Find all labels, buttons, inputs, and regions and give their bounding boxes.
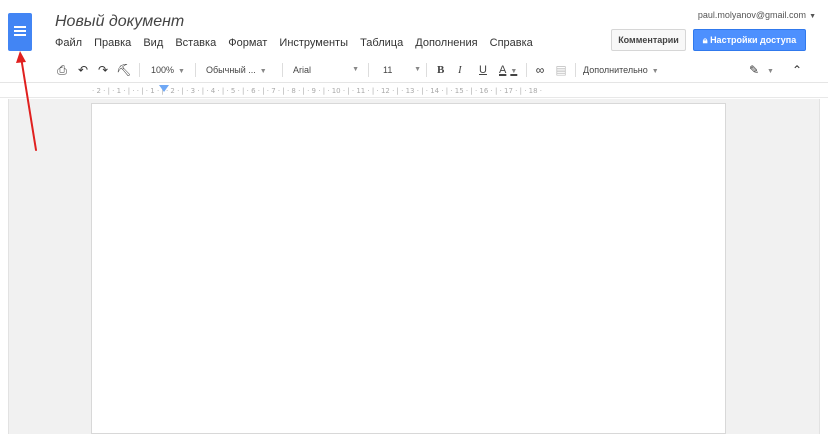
dropdown-caret-icon: ▼ bbox=[352, 66, 359, 73]
link-icon[interactable]: ∞ bbox=[532, 57, 548, 83]
account-menu[interactable]: paul.molyanov@gmail.com ▼ bbox=[698, 10, 816, 20]
dropdown-caret-icon: ▼ bbox=[414, 66, 421, 73]
underline-button[interactable]: U bbox=[479, 57, 487, 83]
menu-format[interactable]: Формат bbox=[228, 37, 267, 49]
undo-icon[interactable]: ↶ bbox=[75, 57, 91, 83]
italic-button[interactable]: I bbox=[458, 57, 462, 83]
lock-icon: 🔒︎ bbox=[702, 35, 708, 45]
dropdown-caret-icon: ▼ bbox=[178, 68, 185, 75]
docs-logo-icon[interactable] bbox=[8, 13, 32, 51]
dropdown-caret-icon: ▼ bbox=[510, 68, 518, 75]
dropdown-caret-icon: ▼ bbox=[651, 68, 659, 75]
paint-format-icon[interactable]: ⛏ bbox=[116, 57, 132, 83]
text-color-label: A bbox=[499, 64, 507, 76]
menu-tools[interactable]: Инструменты bbox=[279, 37, 348, 49]
font-size-select[interactable]: 11 ▼ bbox=[383, 57, 421, 83]
dropdown-caret-icon: ▼ bbox=[809, 13, 816, 20]
zoom-select[interactable]: 100% ▼ bbox=[151, 57, 185, 83]
ruler[interactable]: · 2 · | · 1 · | · · | · 1 · | · 2 · | · … bbox=[0, 84, 828, 98]
comment-icon[interactable]: ▤ bbox=[553, 57, 569, 83]
menu-edit[interactable]: Правка bbox=[94, 37, 131, 49]
app-header: Новый документ Файл Правка Вид Вставка Ф… bbox=[0, 0, 828, 56]
more-options-label: Дополнительно bbox=[583, 65, 648, 75]
bold-button[interactable]: B bbox=[437, 57, 444, 83]
account-email: paul.molyanov@gmail.com bbox=[697, 10, 807, 20]
dropdown-caret-icon: ▼ bbox=[259, 68, 267, 75]
menu-table[interactable]: Таблица bbox=[360, 37, 403, 49]
pen-icon[interactable]: ✎ bbox=[746, 57, 762, 83]
font-select[interactable]: Arial ▼ bbox=[293, 57, 359, 83]
text-color-button[interactable]: A ▼ bbox=[499, 57, 517, 83]
menu-addons[interactable]: Дополнения bbox=[415, 37, 477, 49]
font-size-value: 11 bbox=[383, 65, 393, 75]
share-button[interactable]: 🔒︎ Настройки доступа bbox=[693, 29, 806, 51]
document-title[interactable]: Новый документ bbox=[55, 13, 184, 31]
paragraph-style-select[interactable]: Обычный ... ▼ bbox=[206, 57, 267, 83]
more-options-button[interactable]: Дополнительно ▼ bbox=[583, 57, 659, 83]
menu-insert[interactable]: Вставка bbox=[175, 37, 216, 49]
font-value: Arial bbox=[293, 65, 312, 75]
document-page[interactable] bbox=[91, 103, 726, 434]
dropdown-caret-icon[interactable]: ▼ bbox=[763, 57, 774, 83]
share-button-label: Настройки доступа bbox=[710, 35, 797, 45]
print-icon[interactable]: ⎙ bbox=[54, 57, 70, 83]
zoom-value: 100% bbox=[151, 65, 175, 75]
formatting-toolbar: ⎙ ↶ ↷ ⛏ 100% ▼ Обычный ... ▼ Arial ▼ 11 ▼ B … bbox=[0, 57, 828, 83]
menu-bar: Файл Правка Вид Вставка Формат Инструмен… bbox=[55, 37, 542, 49]
ruler-track: · 2 · | · 1 · | · · | · 1 · | · 2 · | · … bbox=[92, 86, 728, 96]
menu-file[interactable]: Файл bbox=[55, 37, 82, 49]
comments-button[interactable]: Комментарии bbox=[611, 29, 686, 51]
ruler-ticks: · 2 · | · 1 · | · · | · 1 · | · 2 · | · … bbox=[92, 87, 543, 95]
redo-icon[interactable]: ↷ bbox=[95, 57, 111, 83]
collapse-icon[interactable]: ⌃ bbox=[789, 57, 805, 83]
paragraph-style-value: Обычный ... bbox=[206, 65, 256, 75]
menu-view[interactable]: Вид bbox=[143, 37, 163, 49]
menu-help[interactable]: Справка bbox=[490, 37, 533, 49]
